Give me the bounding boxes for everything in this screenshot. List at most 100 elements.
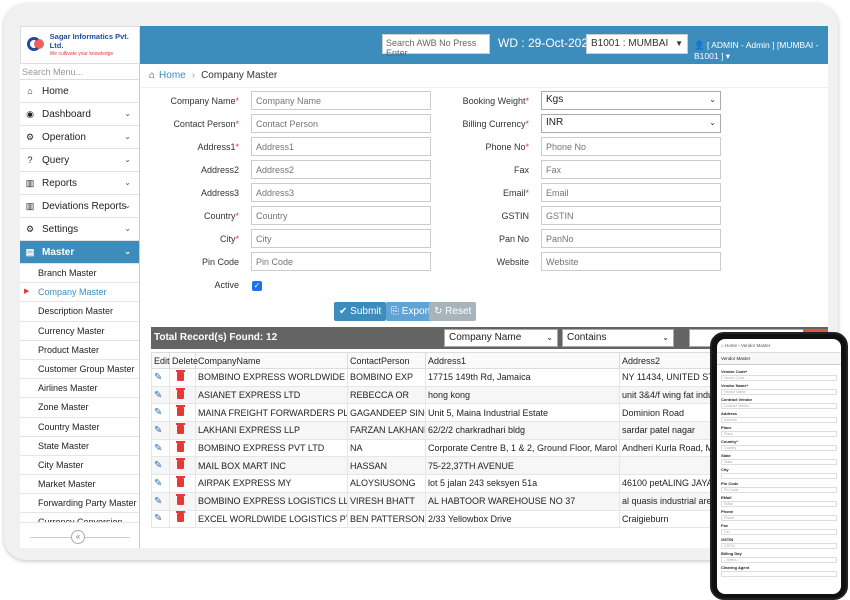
sidebar-item-operation[interactable]: ⚙ Operation ⌄ [20, 126, 139, 149]
submenu-country-master[interactable]: Country Master [20, 418, 139, 437]
column-header[interactable]: ContactPerson [347, 352, 426, 369]
edit-cell[interactable]: ✎ [151, 491, 170, 511]
branch-select[interactable]: B1001 : MUMBAI ▼ [586, 34, 688, 54]
phone-field-input[interactable]: Vendor Code [721, 375, 837, 381]
pin-code-input[interactable] [251, 252, 431, 271]
submenu-currency-conversion-master[interactable]: Currency Conversion Master [20, 513, 139, 524]
filter-field-select[interactable]: Company Name ⌄ [444, 329, 558, 347]
breadcrumb-home-link[interactable]: Home [159, 70, 186, 81]
pencil-icon[interactable]: ✎ [154, 496, 162, 507]
sidebar-item-query[interactable]: ? Query ⌄ [20, 149, 139, 172]
trash-icon[interactable] [176, 405, 185, 417]
filter-operator-select[interactable]: Contains ⌄ [562, 329, 674, 347]
booking-weight-select[interactable]: Kgs ⌄ [541, 91, 721, 110]
phone-no-input[interactable] [541, 137, 721, 156]
phone-field-input[interactable]: GSTIN [721, 543, 837, 549]
delete-cell[interactable] [169, 438, 196, 458]
submenu-zone-master[interactable]: Zone Master [20, 398, 139, 418]
edit-cell[interactable]: ✎ [151, 403, 170, 423]
city-input[interactable] [251, 229, 431, 248]
column-header[interactable]: CompanyName [195, 352, 348, 369]
phone-breadcrumb-home[interactable]: Home [725, 343, 737, 348]
trash-icon[interactable] [176, 387, 185, 399]
brand-logo[interactable]: Sagar Informatics Pvt. Ltd. We cultivate… [20, 26, 140, 64]
sidebar-item-master[interactable]: ▤ Master ⌄ [20, 241, 139, 264]
reset-button[interactable]: ↻ Reset [429, 302, 477, 321]
pencil-icon[interactable]: ✎ [154, 372, 162, 383]
pencil-icon[interactable]: ✎ [154, 407, 162, 418]
phone-field-input[interactable]: State [721, 459, 837, 465]
address1-input[interactable] [251, 137, 431, 156]
pan-no-input[interactable] [541, 229, 721, 248]
sidebar-item-dashboard[interactable]: ◉ Dashboard ⌄ [20, 103, 139, 126]
trash-icon[interactable] [176, 511, 185, 523]
billing-currency-select[interactable]: INR ⌄ [541, 114, 721, 133]
trash-icon[interactable] [176, 475, 185, 487]
submenu-customer-group-master[interactable]: Customer Group Master [20, 360, 139, 380]
collapse-sidebar-icon[interactable]: « [71, 530, 85, 544]
awb-search-input[interactable]: Search AWB No Press Enter [382, 34, 490, 58]
pencil-icon[interactable]: ✎ [154, 443, 162, 454]
delete-cell[interactable] [169, 385, 196, 405]
address3-input[interactable] [251, 183, 431, 202]
delete-cell[interactable] [169, 403, 196, 423]
phone-field-input[interactable]: Vendor Name [721, 389, 837, 395]
edit-cell[interactable]: ✎ [151, 438, 170, 458]
trash-icon[interactable] [176, 369, 185, 381]
delete-cell[interactable] [169, 368, 196, 387]
trash-icon[interactable] [176, 458, 185, 470]
edit-cell[interactable]: ✎ [151, 474, 170, 493]
edit-cell[interactable]: ✎ [151, 509, 170, 529]
submenu-company-master[interactable]: ▶ Company Master [20, 283, 139, 303]
submenu-market-master[interactable]: Market Master [20, 475, 139, 495]
website-input[interactable] [541, 252, 721, 271]
sidebar-item-reports[interactable]: ▥ Reports ⌄ [20, 172, 139, 195]
submenu-state-master[interactable]: State Master [20, 437, 139, 456]
active-checkbox[interactable]: ✓ [252, 281, 262, 291]
sidebar-item-settings[interactable]: ⚙ Settings ⌄ [20, 218, 139, 241]
sidebar-search-input[interactable]: Search Menu... [20, 64, 139, 80]
pencil-icon[interactable]: ✎ [154, 460, 162, 471]
column-header[interactable]: Address1 [425, 352, 620, 369]
fax-input[interactable] [541, 160, 721, 179]
phone-field-input[interactable]: Place [721, 431, 837, 437]
phone-field-input[interactable]: EMail [721, 501, 837, 507]
submenu-description-master[interactable]: Description Master [20, 302, 139, 322]
phone-field-input[interactable]: Phone [721, 515, 837, 521]
trash-icon[interactable] [176, 493, 185, 505]
edit-cell[interactable]: ✎ [151, 368, 170, 387]
submit-button[interactable]: ✔ Submit [334, 302, 387, 321]
delete-cell[interactable] [169, 474, 196, 493]
submenu-airlines-master[interactable]: Airlines Master [20, 379, 139, 399]
submenu-forwarding-party-master[interactable]: Forwarding Party Master [20, 494, 139, 514]
contact-person-input[interactable] [251, 114, 431, 133]
sidebar-item-home[interactable]: ⌂ Home [20, 80, 139, 103]
phone-field-input[interactable]: Country [721, 445, 837, 451]
phone-field-input[interactable] [721, 571, 837, 577]
delete-cell[interactable] [169, 456, 196, 476]
user-menu[interactable]: 👤 [ ADMIN - Admin ] [MUMBAI - B1001 ] ▾ [694, 40, 828, 62]
edit-cell[interactable]: ✎ [151, 421, 170, 440]
edit-cell[interactable]: ✎ [151, 456, 170, 476]
phone-field-input[interactable]: --Select-- [721, 557, 837, 563]
email-input[interactable] [541, 183, 721, 202]
edit-cell[interactable]: ✎ [151, 385, 170, 405]
phone-field-input[interactable]: Contract Vendor [721, 403, 837, 409]
company-name-input[interactable] [251, 91, 431, 110]
trash-icon[interactable] [176, 440, 185, 452]
phone-field-input[interactable]: Fax [721, 529, 837, 535]
submenu-branch-master[interactable]: Branch Master [20, 264, 139, 284]
pencil-icon[interactable]: ✎ [154, 478, 162, 489]
delete-cell[interactable] [169, 491, 196, 511]
phone-tab[interactable]: Vendor Master [717, 353, 841, 365]
sidebar-item-deviations-reports[interactable]: ▥ Deviations Reports ⌄ [20, 195, 139, 218]
pencil-icon[interactable]: ✎ [154, 513, 162, 524]
trash-icon[interactable] [176, 422, 185, 434]
delete-cell[interactable] [169, 509, 196, 529]
phone-field-input[interactable] [721, 473, 837, 479]
pencil-icon[interactable]: ✎ [154, 390, 162, 401]
submenu-city-master[interactable]: City Master [20, 456, 139, 476]
gstin-input[interactable] [541, 206, 721, 225]
country-input[interactable] [251, 206, 431, 225]
phone-field-input[interactable]: Pin Code [721, 487, 837, 493]
